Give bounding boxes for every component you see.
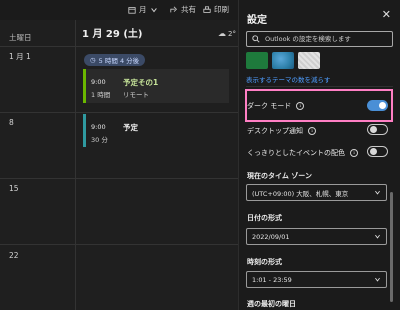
toggle-knob	[370, 126, 377, 133]
settings-title: 設定	[247, 15, 267, 26]
theme-swatch[interactable]	[246, 52, 268, 69]
column-divider	[75, 20, 76, 310]
chevron-down-icon	[375, 277, 380, 282]
show-fewer-themes-link[interactable]: 表示するテーマの数を減らす	[246, 74, 330, 84]
share-button[interactable]: 共有	[170, 4, 196, 15]
time-format-value: 1:01 - 23:59	[252, 275, 292, 284]
desktop-notification-toggle[interactable]	[367, 124, 388, 135]
weather: ☁ 2°	[218, 29, 236, 38]
week-label: 8	[9, 118, 14, 127]
timezone-label: 現在のタイム ゾーン	[247, 172, 312, 180]
info-icon[interactable]: i	[308, 127, 316, 135]
event-time: 9:00	[91, 78, 106, 86]
event-duration: 1 時間	[91, 91, 111, 99]
chevron-down-icon	[375, 234, 380, 239]
week-label: 1 月 1	[9, 52, 31, 61]
event-color-setting: くっきりとしたイベントの配色 i	[247, 148, 358, 158]
settings-panel: 設定 ✕ 表示するテーマの数を減らす ダーク モード i デスクトップ通知 i …	[238, 0, 400, 310]
event-color-bar	[83, 69, 86, 103]
grid-line	[0, 46, 238, 47]
time-format-select[interactable]: 1:01 - 23:59	[246, 271, 387, 288]
date-format-label: 日付の形式	[247, 214, 282, 222]
grid-line	[0, 244, 238, 245]
week-start-label: 週の最初の曜日	[247, 300, 296, 308]
view-label: 月	[139, 5, 147, 14]
grid-line	[0, 112, 238, 113]
theme-swatch[interactable]	[272, 52, 294, 69]
chevron-down-icon	[150, 7, 157, 12]
settings-scrollbar[interactable]	[390, 192, 393, 302]
grid-line	[0, 178, 238, 179]
calendar-view: 月 共有 印刷 土曜日 1 月 29 (土) ☁ 2° 1 月 1 8 15 2…	[0, 0, 238, 310]
reminder-text: 5 時間 4 分後	[98, 57, 140, 65]
toggle-knob	[370, 148, 377, 155]
calendar-toolbar: 月 共有 印刷	[0, 0, 238, 20]
theme-swatches	[246, 52, 320, 69]
share-icon	[170, 6, 177, 12]
date-format-value: 2022/09/01	[252, 232, 290, 241]
event-time: 9:00	[91, 123, 106, 131]
search-input[interactable]	[265, 35, 390, 43]
highlight-box	[245, 89, 393, 122]
settings-search[interactable]	[246, 31, 393, 47]
share-label: 共有	[181, 5, 196, 14]
event-color-label: くっきりとしたイベントの配色	[247, 149, 345, 157]
event-color-toggle[interactable]	[367, 146, 388, 157]
printer-icon	[203, 5, 211, 13]
close-icon[interactable]: ✕	[382, 9, 391, 21]
event-title: 予定	[123, 123, 138, 132]
view-switcher[interactable]: 月	[128, 4, 158, 15]
desktop-notification-label: デスクトップ通知	[247, 127, 303, 135]
cloud-icon: ☁	[218, 29, 226, 38]
event-title: 予定その1	[123, 78, 159, 87]
week-label: 15	[9, 184, 19, 193]
desktop-notification-setting: デスクトップ通知 i	[247, 126, 316, 136]
calendar-icon	[128, 6, 136, 14]
calendar-event[interactable]: 9:00 1 時間 予定その1 リモート	[83, 69, 229, 103]
theme-swatch[interactable]	[298, 52, 320, 69]
event-location: リモート	[123, 91, 149, 99]
clock-icon: ◷	[90, 56, 96, 64]
event-color-bar	[83, 114, 86, 147]
print-label: 印刷	[214, 5, 229, 14]
info-icon[interactable]: i	[350, 149, 358, 157]
event-duration: 30 分	[91, 136, 108, 144]
weather-temp: 2°	[228, 29, 236, 38]
timezone-select[interactable]: (UTC+09:00) 大阪、札幌、東京	[246, 184, 387, 201]
date-header: 1 月 29 (土)	[82, 29, 143, 40]
time-format-label: 時刻の形式	[247, 258, 282, 266]
timezone-value: (UTC+09:00) 大阪、札幌、東京	[252, 189, 349, 198]
divider	[246, 86, 393, 87]
date-format-select[interactable]: 2022/09/01	[246, 228, 387, 245]
day-column-header: 土曜日	[9, 33, 32, 42]
week-label: 22	[9, 251, 19, 260]
search-icon	[252, 35, 260, 43]
chevron-down-icon	[375, 190, 380, 195]
reminder-pill[interactable]: ◷ 5 時間 4 分後	[84, 54, 146, 66]
print-button[interactable]: 印刷	[203, 4, 229, 15]
calendar-event[interactable]: 9:00 30 分 予定	[83, 114, 229, 147]
